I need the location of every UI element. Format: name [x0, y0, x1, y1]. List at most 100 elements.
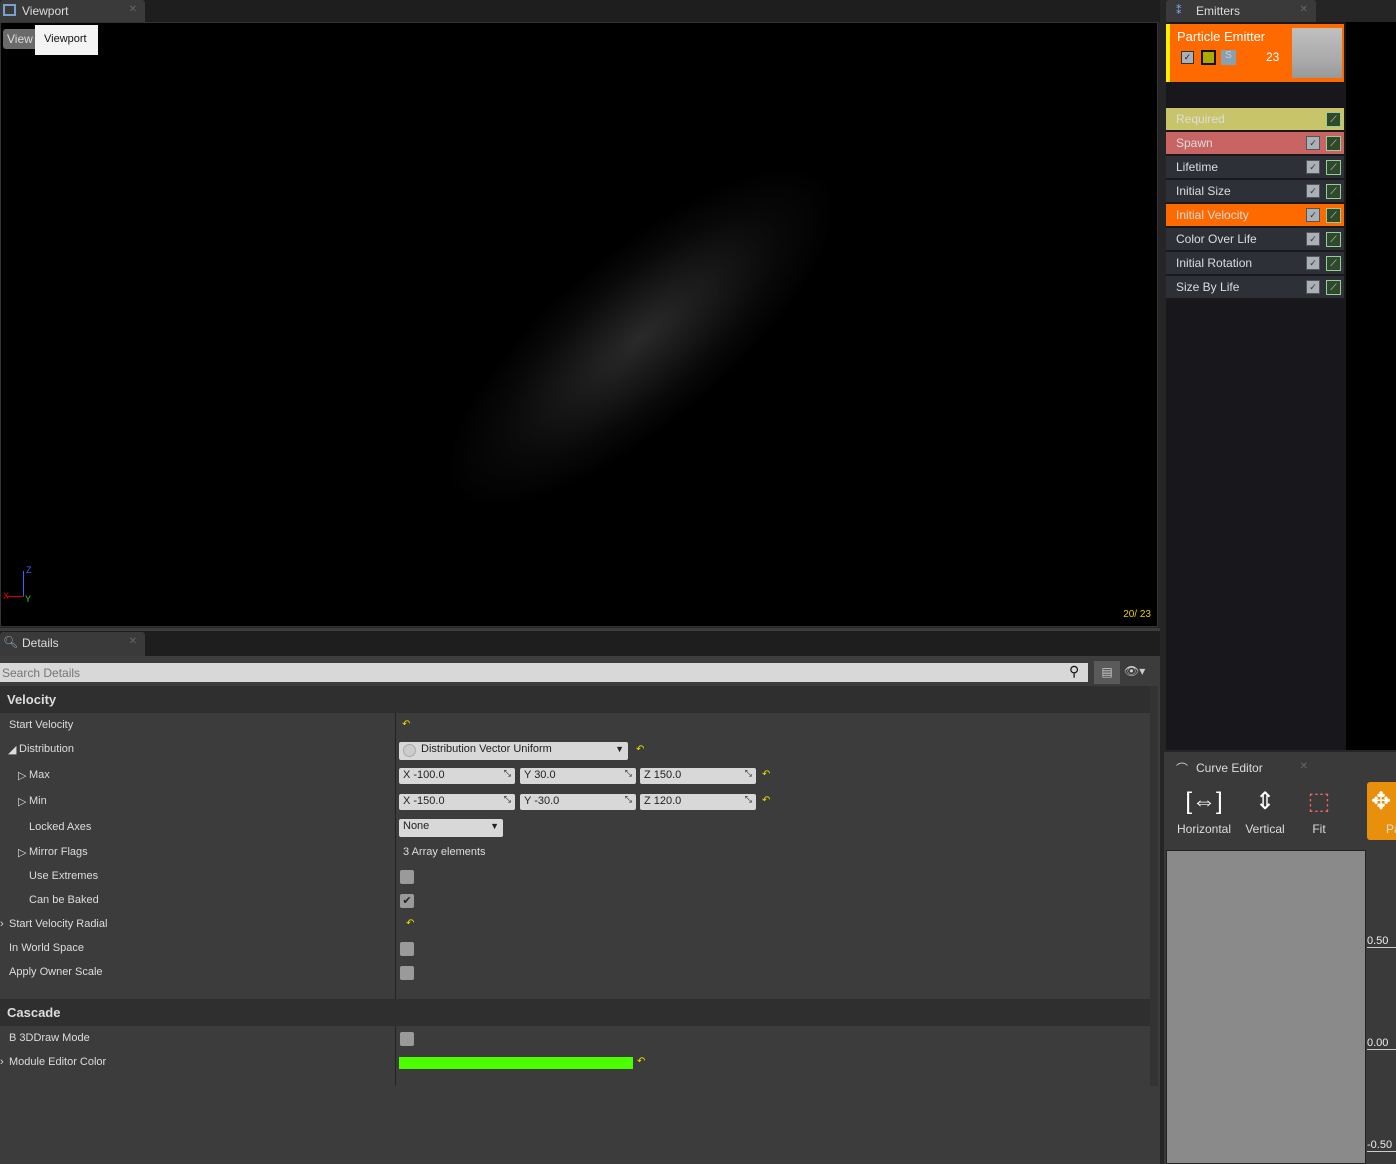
close-icon[interactable]: ✕	[1300, 4, 1308, 15]
enable-checkbox[interactable]: ✓	[1306, 256, 1320, 270]
module-spawn[interactable]: Spawn ✓ ⟋	[1166, 132, 1344, 155]
reset-icon[interactable]: ↶	[762, 769, 770, 780]
search-icon: ⚲	[1069, 663, 1080, 679]
curve-graph-icon[interactable]: ⟋	[1326, 184, 1341, 199]
reset-icon[interactable]: ↶	[637, 1056, 645, 1067]
horizontal-fit-icon: [⇔]	[1185, 788, 1223, 815]
vertical-button[interactable]: ⇕ Vertical	[1240, 782, 1290, 836]
fit-button[interactable]: ⬚ Fit	[1298, 782, 1340, 836]
reset-icon[interactable]: ↶	[406, 918, 414, 929]
enable-checkbox[interactable]: ✓	[1306, 136, 1320, 150]
row-can-be-baked: Can be Baked ✔	[0, 888, 1150, 912]
enable-checkbox[interactable]: ✓	[1306, 160, 1320, 174]
axis-gizmo: Z X Y	[3, 565, 32, 604]
distribution-dropdown[interactable]: Distribution Vector Uniform ▼	[399, 742, 628, 760]
reset-icon[interactable]: ↶	[402, 719, 410, 730]
curve-graph-icon[interactable]: ⟋	[1326, 280, 1341, 295]
enable-checkbox[interactable]: ✓	[1181, 51, 1194, 64]
curve-list[interactable]	[1166, 850, 1366, 1164]
tab-label: Curve Editor	[1196, 761, 1263, 775]
tab-curve-editor[interactable]: ⌒ Curve Editor ✕	[1166, 757, 1316, 781]
module-color-swatch[interactable]	[399, 1057, 633, 1069]
max-x-field[interactable]: X -100.0 ⤡	[399, 768, 515, 784]
search-input[interactable]	[0, 663, 1088, 682]
particle-count: 23	[1266, 50, 1280, 64]
module-color-over-life[interactable]: Color Over Life ✓ ⟋	[1166, 228, 1344, 251]
viewport-icon	[3, 4, 16, 16]
module-label: Initial Velocity	[1176, 208, 1249, 222]
view-button[interactable]: View	[3, 29, 39, 49]
in-world-space-checkbox[interactable]	[400, 942, 414, 956]
solo-button[interactable]: S	[1221, 50, 1236, 65]
can-be-baked-checkbox[interactable]: ✔	[400, 894, 414, 908]
emitter-name: Particle Emitter	[1177, 29, 1266, 44]
locked-axes-dropdown[interactable]: None ▼	[399, 819, 503, 837]
horizontal-button[interactable]: [⇔] Horizontal	[1174, 782, 1234, 836]
curve-graph-icon[interactable]: ⟋	[1326, 112, 1341, 127]
reset-icon[interactable]: ↶	[762, 795, 770, 806]
close-icon[interactable]: ✕	[129, 636, 137, 647]
min-z-field[interactable]: Z 120.0 ⤡	[640, 794, 756, 810]
module-initial-velocity[interactable]: Initial Velocity ✓ ⟋	[1166, 204, 1344, 227]
module-initial-rotation[interactable]: Initial Rotation ✓ ⟋	[1166, 252, 1344, 275]
curve-graph-icon[interactable]: ⟋	[1326, 136, 1341, 151]
module-required[interactable]: Required ⟋	[1166, 108, 1344, 131]
enable-checkbox[interactable]: ✓	[1306, 208, 1320, 222]
render-mode-icon[interactable]	[1201, 50, 1216, 65]
max-y-field[interactable]: Y 30.0 ⤡	[520, 768, 636, 784]
min-y-field[interactable]: Y -30.0 ⤡	[520, 794, 636, 810]
min-x-field[interactable]: X -150.0 ⤡	[399, 794, 515, 810]
enable-checkbox[interactable]: ✓	[1306, 184, 1320, 198]
row-in-world-space: In World Space	[0, 936, 1150, 960]
tab-details[interactable]: 🔍︎ Details ✕	[0, 632, 145, 656]
tab-viewport[interactable]: Viewport ✕	[0, 0, 145, 22]
module-label: Initial Rotation	[1176, 256, 1253, 270]
view-options-button[interactable]: ▤	[1094, 661, 1120, 684]
tooltip: Viewport	[35, 25, 98, 55]
module-lifetime[interactable]: Lifetime ✓ ⟋	[1166, 156, 1344, 179]
row-locked-axes: Locked Axes None ▼	[0, 815, 1150, 839]
curve-graph-icon[interactable]: ⟋	[1326, 232, 1341, 247]
close-icon[interactable]: ✕	[129, 4, 137, 15]
apply-owner-scale-checkbox[interactable]	[400, 966, 414, 980]
module-label: Size By Life	[1176, 280, 1240, 294]
vertical-fit-icon: ⇕	[1254, 788, 1276, 815]
curve-graph[interactable]: 0.50 0.00 -0.50	[1367, 850, 1396, 1164]
curve-icon: ⌒	[1176, 762, 1189, 776]
emitters-icon: ⁑	[1176, 5, 1182, 17]
row-mirror-flags: ▷ Mirror Flags 3 Array elements	[18, 846, 486, 859]
details-icon: 🔍︎	[3, 635, 19, 649]
particle-counter: 20/ 23	[1123, 609, 1151, 620]
row-max: ▷ Max X -100.0 ⤡ Y 30.0 ⤡ Z 150.0 ⤡ ↶	[18, 768, 771, 784]
emitter-thumbnail	[1292, 28, 1342, 78]
curve-graph-icon[interactable]: ⟋	[1326, 208, 1341, 223]
pan-icon: ✥	[1371, 788, 1392, 815]
module-size-by-life[interactable]: Size By Life ✓ ⟋	[1166, 276, 1344, 299]
enable-checkbox[interactable]: ✓	[1306, 232, 1320, 246]
viewport-canvas[interactable]: View Viewport Z X Y 20/ 23	[0, 22, 1158, 627]
row-start-velocity-radial: › Start Velocity Radial ↶	[0, 918, 415, 930]
pan-button[interactable]: ✥Pan	[1367, 782, 1396, 840]
tab-label: Viewport	[22, 4, 69, 18]
reset-icon[interactable]: ↶	[636, 744, 644, 755]
module-initial-size[interactable]: Initial Size ✓ ⟋	[1166, 180, 1344, 203]
close-icon[interactable]: ✕	[1300, 761, 1308, 772]
module-label: Color Over Life	[1176, 232, 1257, 246]
particle-emitter[interactable]: Particle Emitter ✓ S 23	[1166, 24, 1344, 82]
tab-label: Details	[22, 636, 59, 650]
tab-emitters[interactable]: ⁑ Emitters ✕	[1166, 0, 1316, 22]
row-apply-owner-scale: Apply Owner Scale	[0, 960, 1150, 984]
row-module-editor-color: › Module Editor Color ↶	[0, 1056, 646, 1069]
draw-mode-checkbox[interactable]	[400, 1032, 414, 1046]
row-use-extremes: Use Extremes	[0, 864, 1150, 888]
eye-icon[interactable]: 👁︎▾	[1124, 664, 1145, 678]
use-extremes-checkbox[interactable]	[400, 870, 414, 884]
curve-graph-icon[interactable]: ⟋	[1326, 256, 1341, 271]
module-label: Spawn	[1176, 136, 1213, 150]
enable-checkbox[interactable]: ✓	[1306, 280, 1320, 294]
scrollbar[interactable]	[1150, 686, 1158, 1086]
category-velocity[interactable]: Velocity	[0, 686, 1150, 713]
category-cascade[interactable]: Cascade	[0, 999, 1150, 1026]
max-z-field[interactable]: Z 150.0 ⤡	[640, 768, 756, 784]
curve-graph-icon[interactable]: ⟋	[1326, 160, 1341, 175]
